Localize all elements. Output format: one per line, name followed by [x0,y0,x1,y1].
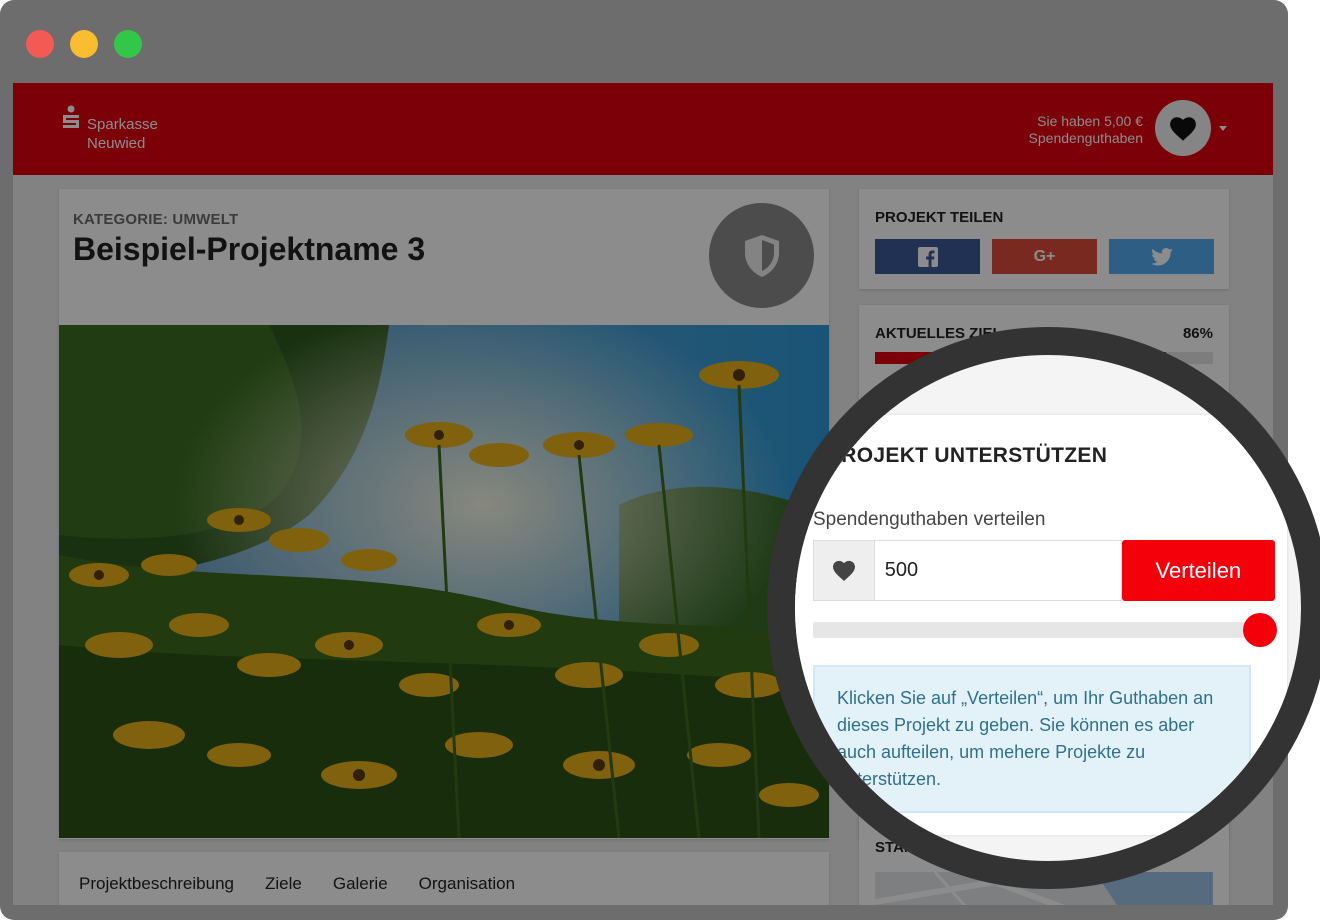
distribute-label: Spendenguthaben verteilen [813,509,1046,530]
info-alert: Klicken Sie auf „Verteilen“, um Ihr Guth… [813,665,1251,813]
close-window-button[interactable] [26,30,54,58]
heart-icon [832,560,855,581]
maximize-window-button[interactable] [114,30,142,58]
minimize-window-button[interactable] [70,30,98,58]
amount-slider[interactable] [813,613,1277,647]
slider-handle[interactable] [1243,613,1277,647]
support-heading: PROJEKT UNTERSTÜTZEN [827,444,1108,467]
amount-input[interactable] [874,540,1122,601]
distribute-input-group: Verteilen [813,540,1275,601]
input-addon [813,540,875,601]
magnifier-callout: PROJEKT UNTERSTÜTZEN Spendenguthaben ver… [767,327,1320,889]
distribute-button[interactable]: Verteilen [1121,540,1275,601]
